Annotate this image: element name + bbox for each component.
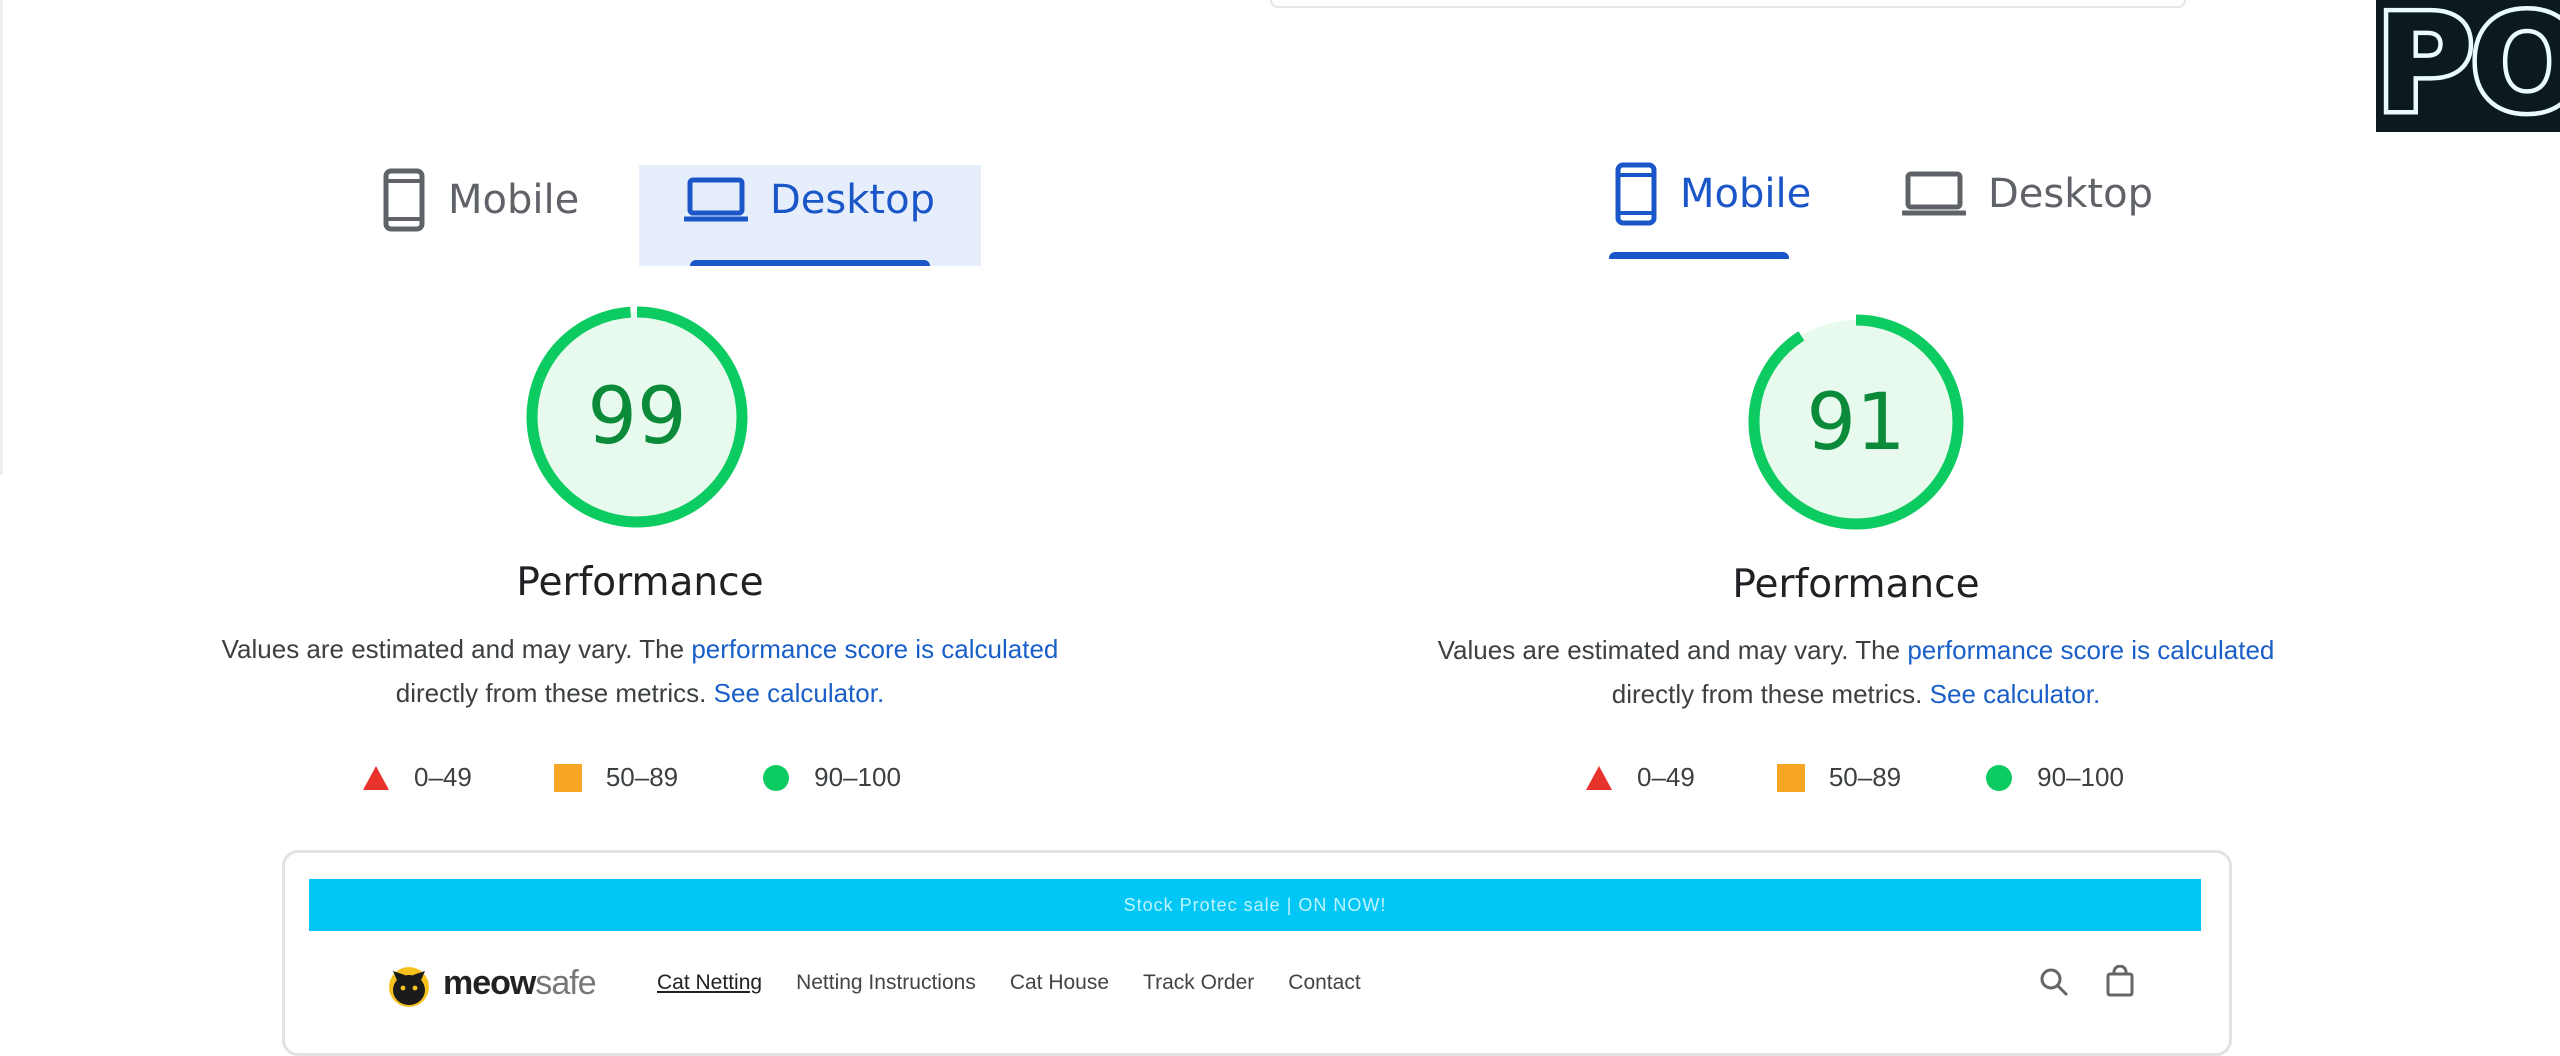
square-icon	[1776, 763, 1805, 792]
legend-pass: 90–100	[1985, 762, 2124, 793]
performance-title: Performance	[516, 560, 764, 605]
performance-gauge: 91	[1746, 312, 1966, 532]
tab-desktop-label: Desktop	[1988, 171, 2153, 217]
logo-light: safe	[535, 963, 596, 1002]
score-legend: 0–49 50–89 90–100	[1585, 762, 2124, 793]
triangle-icon	[1585, 765, 1613, 791]
score-description: Values are estimated and may vary. The p…	[1356, 628, 2356, 716]
desktop-result-panel: Mobile Desktop 99 Performance Values are…	[0, 0, 1280, 820]
legend-pass-label: 90–100	[2037, 762, 2124, 792]
tab-desktop[interactable]: Desktop	[1902, 144, 2153, 244]
score-description: Values are estimated and may vary. The p…	[140, 627, 1140, 715]
tab-underline	[690, 260, 930, 266]
legend-average: 50–89	[1776, 762, 1902, 793]
laptop-icon	[684, 177, 748, 223]
tab-mobile[interactable]: Mobile	[1614, 144, 1811, 244]
search-icon	[2040, 968, 2069, 997]
promo-banner: Stock Protec sale | ON NOW!	[309, 879, 2201, 931]
page-screenshot-preview: Stock Protec sale | ON NOW! meowsafe Cat…	[282, 850, 2232, 1056]
performance-title: Performance	[1732, 562, 1980, 607]
cart-icon	[2106, 965, 2134, 997]
logo-bold: meow	[443, 963, 536, 1002]
header-icons	[2037, 965, 2137, 999]
performance-score: 91	[1806, 378, 1906, 468]
menu-item-cat-netting: Cat Netting	[657, 971, 763, 994]
legend-fail-label: 0–49	[1637, 762, 1695, 792]
phone-icon	[382, 168, 426, 232]
circle-icon	[1985, 764, 2013, 792]
mobile-result-panel: Mobile Desktop 91 Performance Values are…	[1280, 0, 2560, 820]
phone-icon	[1614, 162, 1658, 226]
legend-average-label: 50–89	[605, 762, 679, 792]
laptop-icon	[1902, 171, 1966, 217]
legend-average: 50–89	[553, 762, 679, 793]
menu-item-contact: Contact	[1288, 971, 1361, 994]
circle-icon	[762, 764, 790, 792]
score-calculated-link[interactable]: performance score is calculated	[691, 634, 1058, 664]
score-legend: 0–49 50–89 90–100	[362, 762, 901, 793]
tab-desktop-label: Desktop	[770, 177, 935, 223]
legend-fail: 0–49	[1585, 762, 1695, 793]
logo-text: meowsafe	[443, 963, 597, 1003]
legend-pass: 90–100	[762, 762, 901, 793]
site-menu: Cat Netting Netting Instructions Cat Hou…	[657, 953, 1361, 1013]
triangle-icon	[362, 765, 390, 791]
legend-fail-label: 0–49	[414, 762, 472, 792]
tab-mobile[interactable]: Mobile	[382, 150, 579, 250]
legend-fail: 0–49	[362, 762, 472, 793]
tab-mobile-label: Mobile	[448, 177, 580, 223]
tab-mobile-label: Mobile	[1680, 171, 1812, 217]
menu-item-track-order: Track Order	[1143, 971, 1255, 994]
performance-score: 99	[587, 372, 687, 462]
site-logo: meowsafe	[379, 953, 597, 1013]
performance-gauge: 99	[524, 304, 750, 530]
legend-average-label: 50–89	[1828, 762, 1902, 792]
cat-logo-icon	[389, 967, 429, 1007]
legend-pass-label: 90–100	[814, 762, 901, 792]
see-calculator-link[interactable]: See calculator.	[714, 678, 885, 708]
description-text-2: directly from these metrics.	[1611, 679, 1930, 709]
see-calculator-link[interactable]: See calculator.	[1930, 679, 2101, 709]
score-calculated-link[interactable]: performance score is calculated	[1907, 635, 2274, 665]
tab-desktop[interactable]: Desktop	[684, 150, 935, 250]
site-header: meowsafe Cat Netting Netting Instruction…	[285, 953, 2229, 1013]
description-text: Values are estimated and may vary. The	[1437, 635, 1908, 665]
menu-item-cat-house: Cat House	[1009, 971, 1110, 994]
menu-item-netting-instructions: Netting Instructions	[796, 971, 976, 994]
description-text: Values are estimated and may vary. The	[221, 634, 692, 664]
description-text-2: directly from these metrics.	[395, 678, 714, 708]
square-icon	[553, 763, 582, 792]
tab-underline	[1609, 252, 1789, 259]
